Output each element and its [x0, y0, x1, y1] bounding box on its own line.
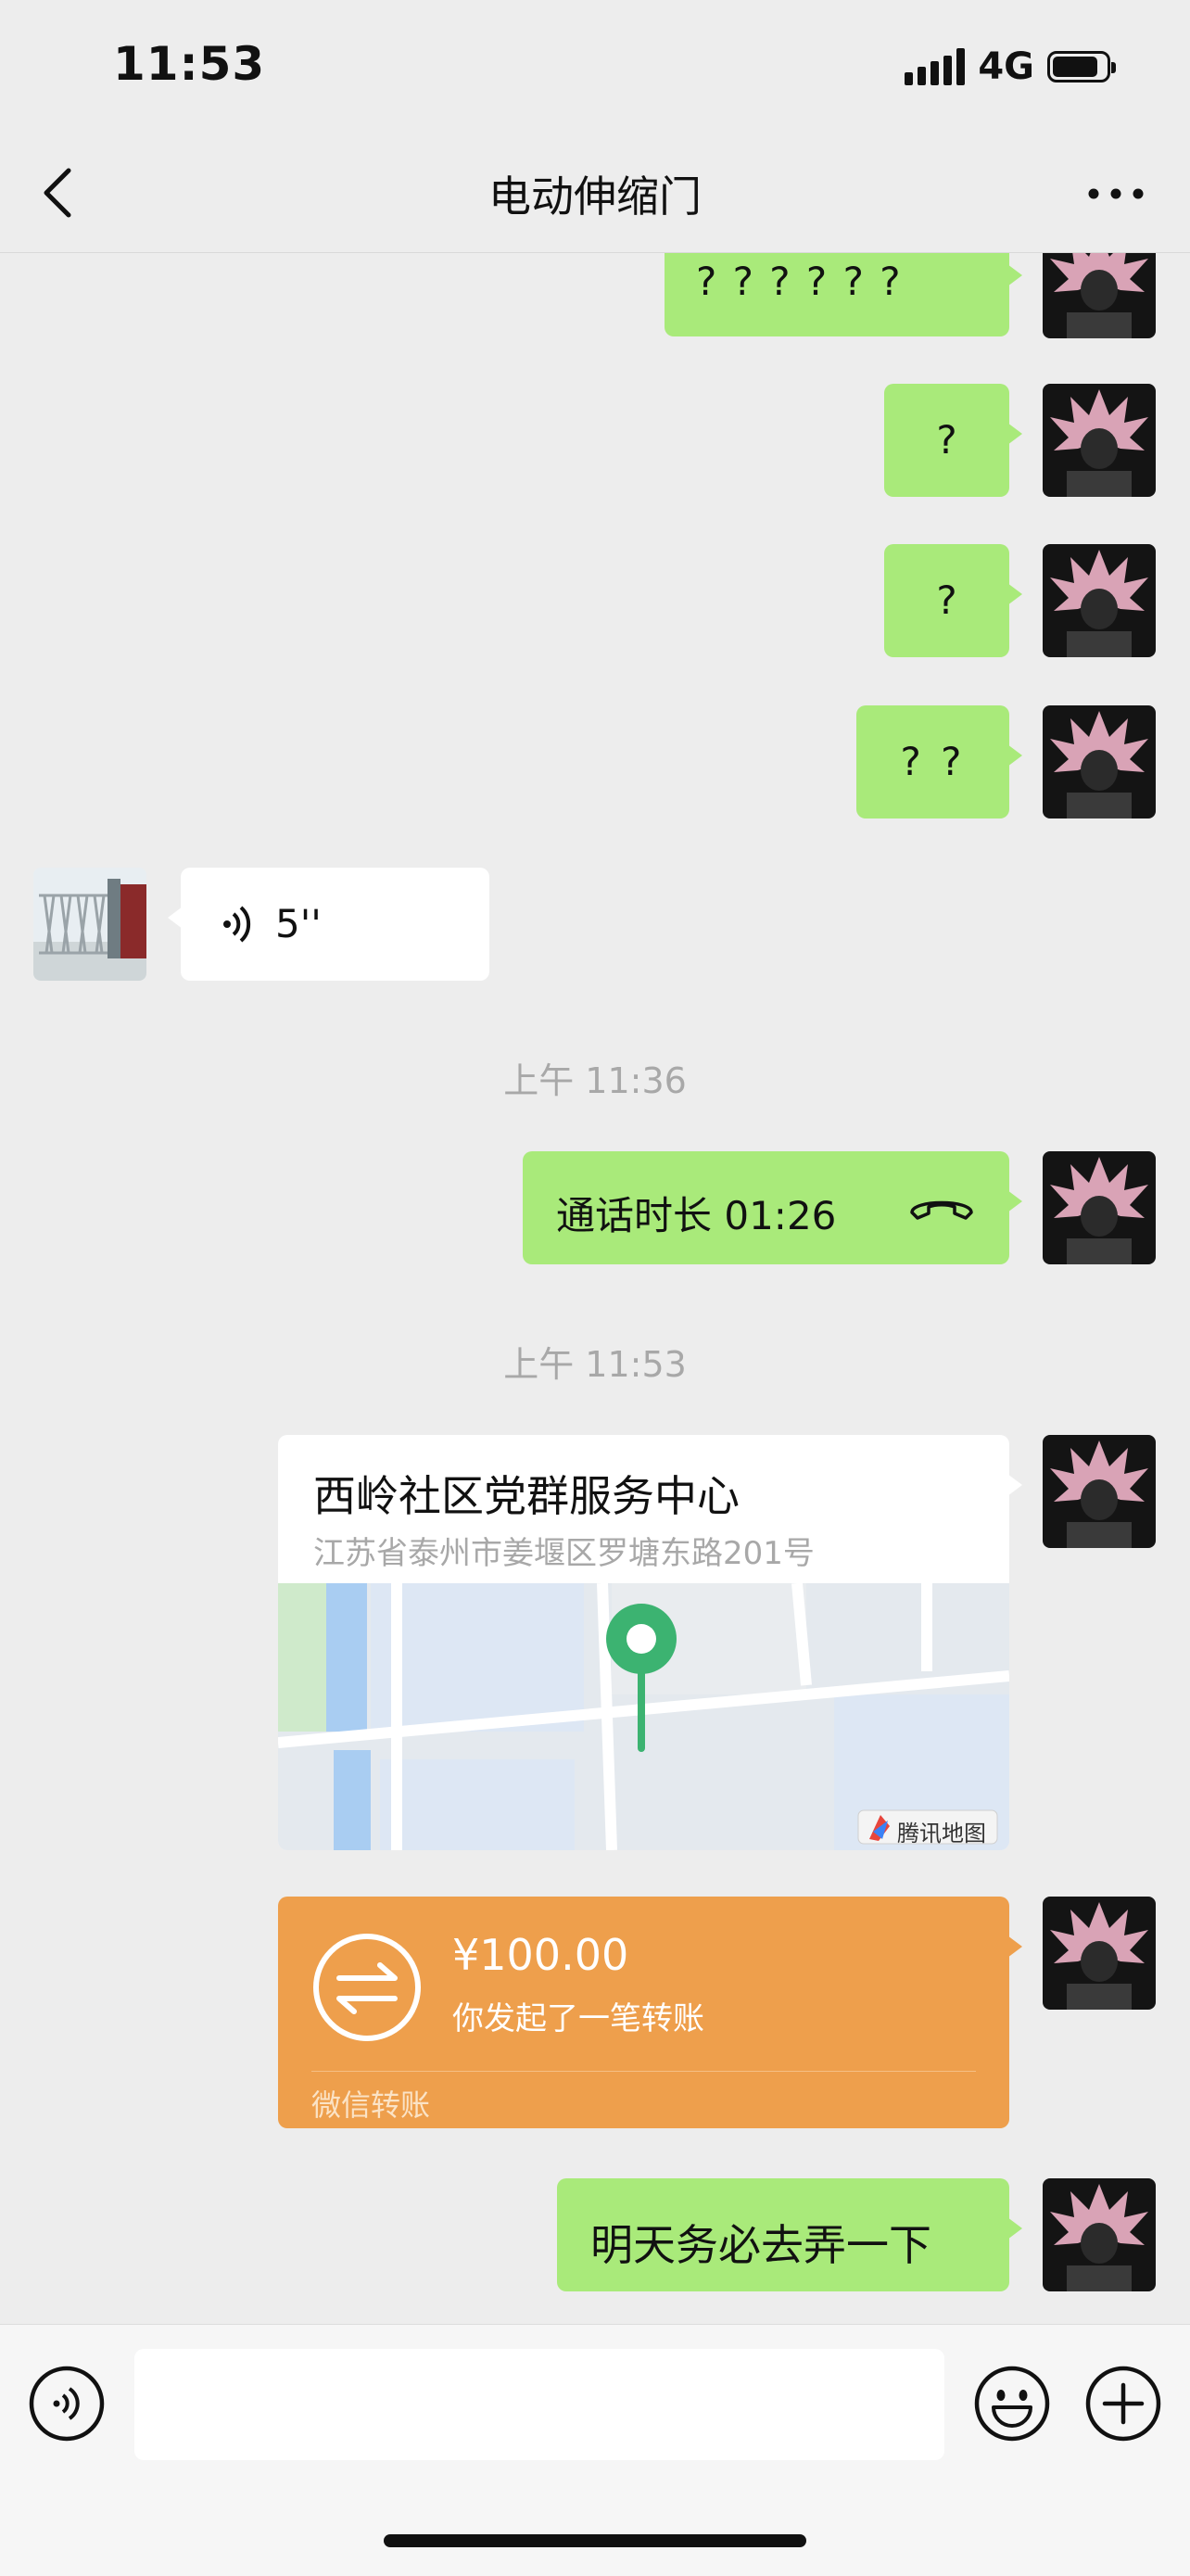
status-indicators: 4G [905, 41, 1116, 93]
avatar[interactable] [1043, 2178, 1156, 2291]
message-text: ? [936, 577, 957, 623]
battery-icon [1047, 51, 1116, 82]
chat-title: 电动伸缩门 [488, 171, 702, 222]
avatar[interactable] [1043, 1435, 1156, 1548]
transfer-amount: ¥100.00 [452, 1930, 629, 1980]
message-timestamp: 上午 11:53 [503, 1344, 687, 1385]
avatar-anime-character [1043, 1435, 1156, 1548]
home-indicator[interactable] [384, 2534, 806, 2547]
money-transfer-card[interactable]: ¥100.00 你发起了一笔转账 微信转账 [278, 1897, 1022, 2128]
avatar[interactable] [1043, 384, 1156, 497]
avatar-anime-character [1043, 384, 1156, 497]
avatar[interactable] [1043, 1151, 1156, 1264]
message-text: 明天务必去弄一下 [590, 2220, 931, 2270]
message-bubble-outgoing[interactable]: ? [884, 544, 1022, 657]
status-time: 11:53 [113, 37, 266, 91]
message-text: ? ? [900, 739, 966, 784]
divider [311, 2071, 976, 2072]
emoji-button[interactable] [973, 2365, 1051, 2443]
transfer-description: 你发起了一笔转账 [452, 2000, 704, 2037]
location-card[interactable]: 西岭社区党群服务中心 江苏省泰州市姜堰区罗塘东路201号 腾讯地图 [278, 1435, 1022, 1850]
chat-header: 电动伸缩门 [0, 139, 1190, 253]
more-functions-button[interactable] [1084, 2365, 1162, 2443]
avatar[interactable] [1043, 253, 1156, 338]
avatar-anime-character [1043, 544, 1156, 657]
message-input[interactable] [134, 2349, 944, 2460]
call-record-bubble[interactable]: 通话时长 01:26 [523, 1151, 1022, 1264]
contact-avatar[interactable] [33, 868, 146, 981]
message-bubble-outgoing[interactable]: 明天务必去弄一下 [557, 2178, 1022, 2291]
message-timestamp: 上午 11:36 [503, 1060, 687, 1101]
voice-wave-icon [223, 906, 251, 943]
avatar-anime-character [1043, 1151, 1156, 1264]
map-provider-label: 腾讯地图 [897, 1821, 986, 1846]
map-preview [278, 1583, 1009, 1850]
transfer-arrows-icon [313, 1934, 421, 2041]
network-type: 4G [978, 45, 1034, 88]
message-bubble-outgoing[interactable]: ? [884, 384, 1022, 497]
avatar[interactable] [1043, 705, 1156, 818]
avatar[interactable] [1043, 544, 1156, 657]
message-bubble-outgoing[interactable]: ? ? ? ? ? ? [665, 253, 1022, 336]
avatar-anime-character [1043, 1897, 1156, 2010]
location-name: 西岭社区党群服务中心 [313, 1471, 740, 1521]
more-dots-icon [1088, 188, 1144, 199]
voice-message-bubble[interactable]: 5'' [168, 868, 489, 981]
location-map[interactable]: 腾讯地图 [278, 1583, 1009, 1850]
avatar-retractable-gate [33, 868, 146, 981]
chat-messages: ? ? ? ? ? ? ? ? ? ? 5'' 上午 11:36 通话时长 01… [0, 253, 1190, 2323]
voice-input-button[interactable] [28, 2365, 106, 2443]
message-text: ? ? ? ? ? ? [696, 259, 903, 304]
message-text: ? [936, 417, 957, 463]
plus-circle-icon [1085, 2366, 1161, 2442]
avatar[interactable] [1043, 1897, 1156, 2010]
transfer-footer-label: 微信转账 [311, 2087, 431, 2123]
message-bubble-outgoing[interactable]: ? ? [856, 705, 1022, 818]
avatar-anime-character [1043, 253, 1156, 338]
more-options-button[interactable] [1079, 161, 1153, 226]
voice-mode-icon [29, 2366, 105, 2442]
avatar-anime-character [1043, 705, 1156, 818]
cellular-signal-icon [905, 48, 966, 85]
avatar-anime-character [1043, 2178, 1156, 2291]
location-address: 江苏省泰州市姜堰区罗塘东路201号 [313, 1535, 815, 1572]
voice-duration: 5'' [275, 901, 322, 946]
hang-up-phone-icon [910, 1200, 973, 1220]
call-duration-text: 通话时长 01:26 [556, 1193, 837, 1238]
emoji-face-icon [974, 2366, 1050, 2442]
